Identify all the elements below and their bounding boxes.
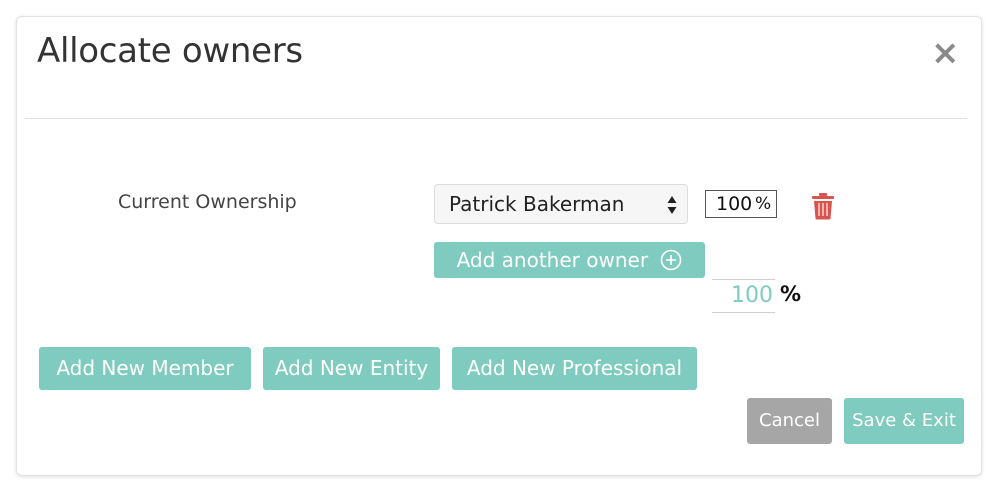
owner-select-value: Patrick Bakerman bbox=[449, 192, 625, 216]
ownership-percent-input[interactable]: 100 % bbox=[705, 190, 777, 218]
trash-icon[interactable] bbox=[811, 192, 835, 220]
add-another-owner-button[interactable]: Add another owner bbox=[434, 242, 705, 278]
total-percent-value: 100 bbox=[731, 283, 773, 308]
add-new-professional-button[interactable]: Add New Professional bbox=[452, 347, 697, 390]
dialog-title: Allocate owners bbox=[37, 31, 303, 71]
add-new-entity-button[interactable]: Add New Entity bbox=[263, 347, 440, 390]
ownership-percent-value: 100 bbox=[716, 193, 753, 215]
current-ownership-label: Current Ownership bbox=[118, 191, 297, 213]
cancel-button[interactable]: Cancel bbox=[747, 398, 832, 444]
close-icon[interactable]: × bbox=[931, 35, 960, 71]
allocate-owners-dialog: Allocate owners × Current Ownership Patr… bbox=[16, 16, 982, 476]
plus-circle-icon bbox=[661, 249, 682, 271]
total-percent-symbol: % bbox=[780, 282, 802, 306]
sort-arrows-icon bbox=[667, 196, 677, 214]
owner-select[interactable]: Patrick Bakerman bbox=[434, 184, 688, 224]
add-new-member-button[interactable]: Add New Member bbox=[39, 347, 251, 390]
header-divider bbox=[25, 118, 967, 119]
add-another-owner-label: Add another owner bbox=[456, 248, 649, 272]
save-exit-button[interactable]: Save & Exit bbox=[844, 398, 964, 444]
total-percent-field: 100 bbox=[712, 279, 775, 313]
ownership-percent-symbol: % bbox=[755, 194, 772, 214]
